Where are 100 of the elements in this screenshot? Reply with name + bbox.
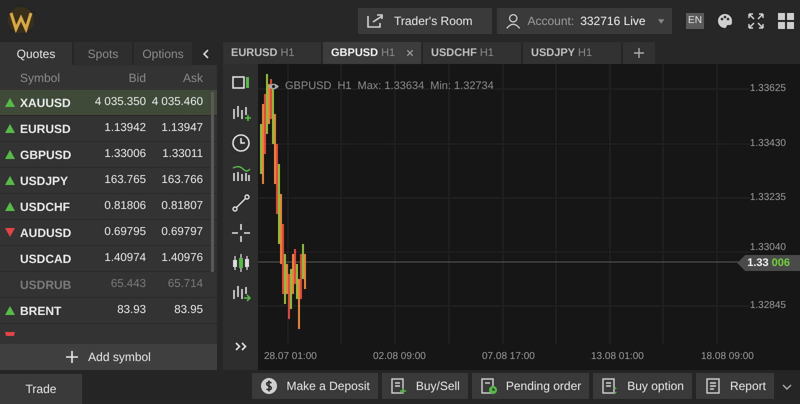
time-axis-label: 07.08 17:00 xyxy=(482,350,535,364)
dropdown-caret-icon xyxy=(658,18,664,24)
trendline-icon[interactable] xyxy=(230,193,250,213)
palette-icon[interactable] xyxy=(717,13,733,29)
price-axis-label: 1.33625 xyxy=(750,84,786,94)
action-button[interactable]: Buy option xyxy=(593,373,692,399)
trade-tab[interactable]: Trade xyxy=(0,374,82,404)
chart-min-text: Min: 1.32734 xyxy=(430,79,494,94)
up-arrow-icon xyxy=(5,124,15,133)
dollar-coin-icon xyxy=(260,377,278,395)
column-header: Bid xyxy=(128,70,146,86)
document-icon xyxy=(704,377,722,395)
chart-tab[interactable]: EURUSD H1 xyxy=(223,42,321,64)
time-axis-label: 13.08 01:00 xyxy=(591,350,644,364)
down-arrow-icon xyxy=(5,228,15,237)
bid-text: 0.69795 xyxy=(103,224,146,240)
column-header: Symbol xyxy=(19,70,62,86)
scrollbar[interactable] xyxy=(211,92,214,272)
add-tab-button[interactable] xyxy=(623,42,655,64)
expand-icon[interactable] xyxy=(234,342,246,351)
bid-text: 1.13942 xyxy=(103,120,146,136)
up-arrow-icon xyxy=(5,306,15,315)
eye-icon[interactable] xyxy=(268,82,279,90)
ask-text: 163.766 xyxy=(160,172,203,188)
time-axis-label: 28.07 01:00 xyxy=(264,350,317,364)
down-arrow-icon xyxy=(5,332,15,336)
bid-text: 1.40974 xyxy=(103,250,146,266)
price-axis-label: 1.33235 xyxy=(750,193,786,203)
symbol-text: BRENT xyxy=(20,302,62,320)
quote-row[interactable]: XAUUSD 4 035.350 4 035.460 xyxy=(0,90,217,116)
bid-text: 163.765 xyxy=(103,172,146,188)
symbol-text: USDCAD xyxy=(20,250,72,268)
document-clock-icon xyxy=(480,377,498,395)
chart-max-text: Max: 1.33634 xyxy=(358,79,424,94)
symbol-text: XAUUSD xyxy=(20,94,72,112)
clock-icon[interactable] xyxy=(230,133,250,153)
language-button[interactable]: EN xyxy=(686,13,704,29)
price-axis-label: 1.33430 xyxy=(750,139,786,149)
action-button[interactable]: Buy/Sell xyxy=(382,373,468,399)
bars-arrow-icon[interactable] xyxy=(230,283,250,303)
ask-text: 4 035.460 xyxy=(150,94,203,110)
ask-text: 83.95 xyxy=(173,302,203,318)
crosshair-icon[interactable] xyxy=(230,223,250,243)
bid-text: 83.93 xyxy=(116,302,146,318)
up-arrow-icon xyxy=(5,98,15,107)
plus-icon xyxy=(634,48,644,58)
price-axis-label: 1.32845 xyxy=(750,301,786,311)
action-button[interactable]: Make a Deposit xyxy=(252,373,378,399)
symbol-text: GBPUSD xyxy=(20,146,72,164)
account-selector[interactable]: Account: 332716 Live xyxy=(497,8,672,34)
time-axis-label: 02.08 09:00 xyxy=(373,350,426,364)
action-button[interactable]: Report xyxy=(696,373,774,399)
column-header: Ask xyxy=(182,70,203,86)
panel-tab[interactable]: Options xyxy=(134,42,192,65)
price-axis-label: 1.33040 xyxy=(750,243,786,253)
bid-text: 65.443 xyxy=(110,276,146,292)
close-icon[interactable] xyxy=(407,50,413,56)
current-price-label: 1.33 006 xyxy=(737,255,800,271)
document-plus-icon xyxy=(390,377,408,395)
chart-tab[interactable]: USDJPY H1 xyxy=(523,42,621,64)
panel-tab[interactable]: Spots xyxy=(74,42,132,65)
share-icon xyxy=(366,13,384,29)
ask-text: 65.714 xyxy=(166,276,203,292)
symbol-text: USDJPY xyxy=(20,172,70,190)
ask-text: 1.33011 xyxy=(161,146,203,162)
bid-text: 0.81806 xyxy=(103,198,146,214)
ask-text: 0.69797 xyxy=(160,224,203,240)
user-icon xyxy=(505,12,522,30)
up-arrow-icon xyxy=(5,202,15,211)
layout-grid-icon[interactable] xyxy=(778,13,794,29)
panel-tab[interactable]: Quotes xyxy=(0,42,72,65)
chart-timeframe-text: H1 xyxy=(337,79,352,94)
plus-icon xyxy=(66,351,78,363)
chart-tab[interactable]: USDCHF H1 xyxy=(423,42,521,64)
chevron-down-icon[interactable] xyxy=(782,384,792,390)
candlestick-icon[interactable] xyxy=(230,253,250,273)
up-arrow-icon xyxy=(5,176,15,185)
symbol-text: USDRUB xyxy=(20,276,72,294)
chart-symbol-text: GBPUSD xyxy=(285,79,332,94)
logo-icon xyxy=(6,6,36,36)
quote-row[interactable]: BRENT 83.93 83.95 xyxy=(0,298,217,324)
bid-text: 4 035.350 xyxy=(94,94,146,110)
symbol-text: EURUSD xyxy=(20,120,72,138)
fullscreen-icon[interactable] xyxy=(748,13,764,29)
document-arrows-icon xyxy=(601,377,620,395)
action-button[interactable]: Pending order xyxy=(472,373,590,399)
collapse-chevron-icon[interactable] xyxy=(202,49,209,59)
symbol-text: USDCHF xyxy=(20,198,71,216)
bars-plus-icon[interactable] xyxy=(230,103,250,123)
up-arrow-icon xyxy=(5,150,15,159)
ask-text: 1.13947 xyxy=(160,120,203,136)
time-axis-label: 18.08 09:00 xyxy=(701,350,754,364)
add-symbol-button[interactable]: Add symbol xyxy=(0,344,217,370)
bid-text: 1.33006 xyxy=(103,146,146,162)
chart-tab[interactable]: GBPUSD H1 xyxy=(323,42,421,64)
traders-room-button[interactable]: Trader's Room xyxy=(358,8,492,34)
ask-text: 1.40976 xyxy=(160,250,203,266)
ask-text: 0.81807 xyxy=(160,198,203,214)
indicator-icon[interactable] xyxy=(230,163,250,183)
symbol-text: AUDUSD xyxy=(20,224,72,242)
